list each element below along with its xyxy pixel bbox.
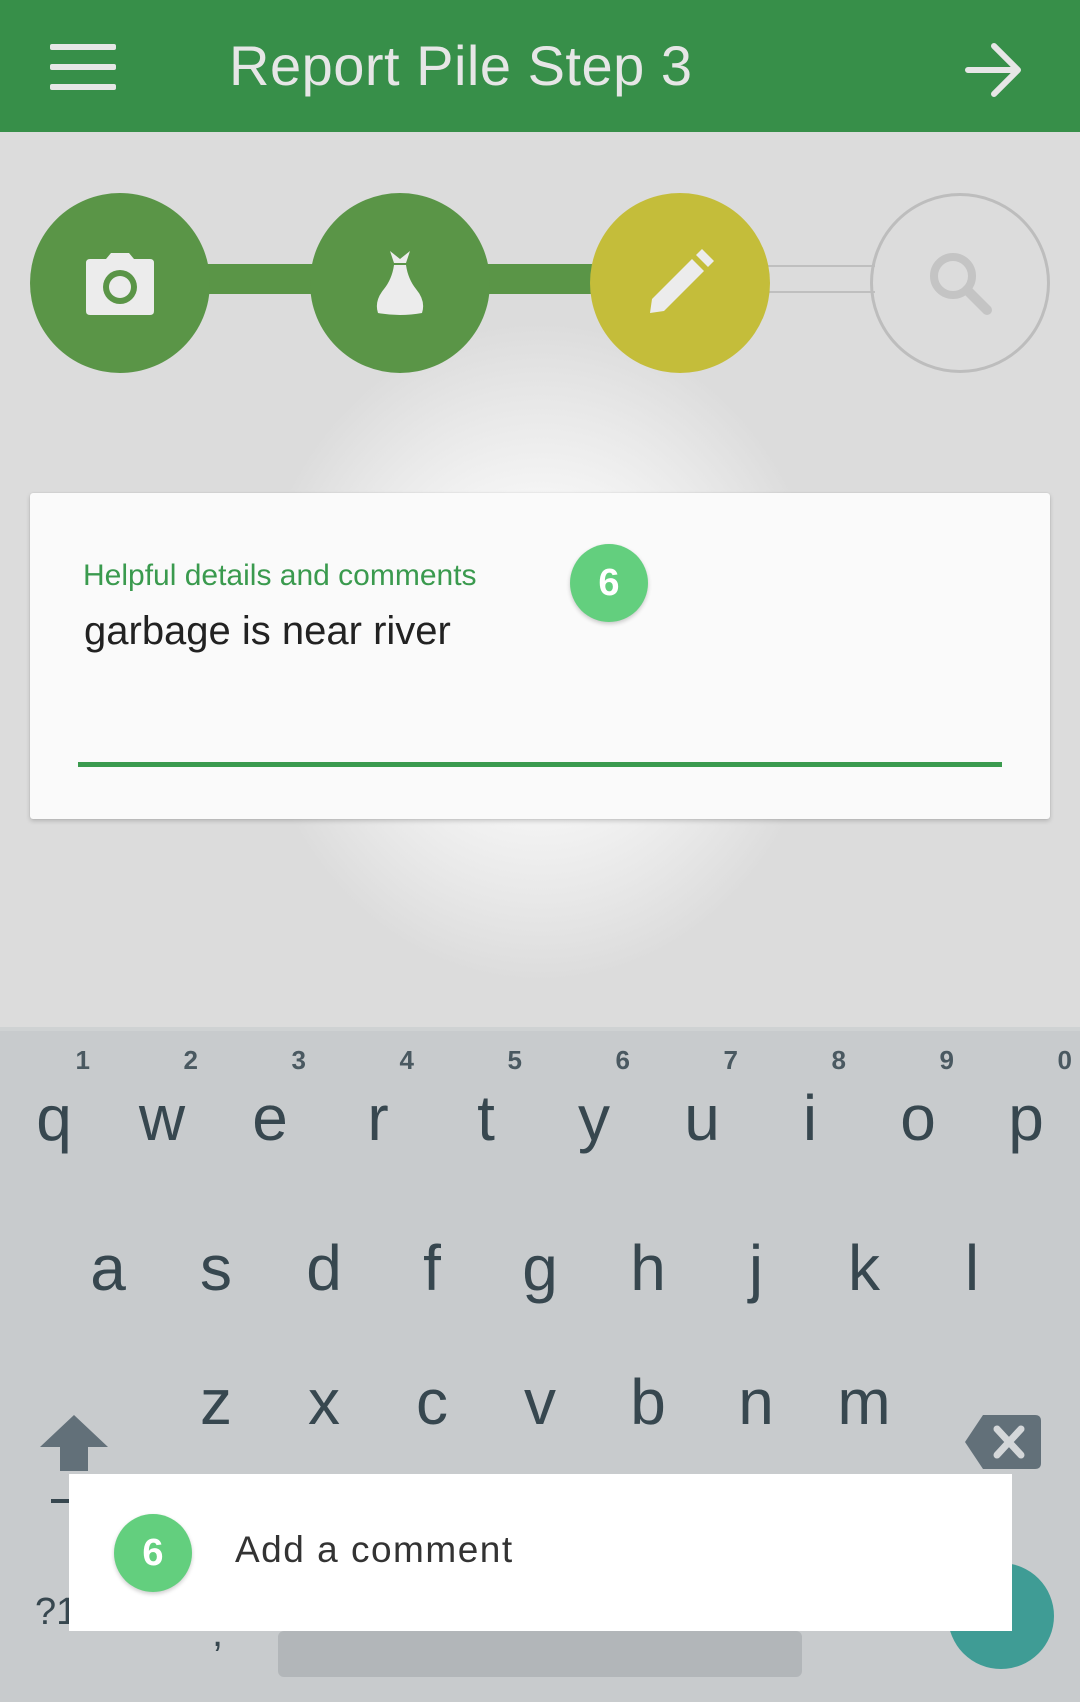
next-button[interactable] <box>962 38 1026 102</box>
key-char: a <box>90 1232 126 1304</box>
key-char: r <box>367 1082 389 1154</box>
key-d[interactable]: d <box>270 1191 378 1331</box>
step-review[interactable] <box>870 193 1050 373</box>
key-hint: 2 <box>183 1045 198 1075</box>
key-hint: 3 <box>291 1045 306 1075</box>
key-char: n <box>738 1366 774 1438</box>
key-hint: 6 <box>615 1045 630 1075</box>
key-z[interactable]: z <box>162 1351 270 1471</box>
key-a[interactable]: a <box>54 1191 162 1331</box>
tutorial-step-badge: 6 <box>570 544 648 622</box>
key-char: f <box>423 1232 441 1304</box>
shift-key[interactable] <box>38 1413 110 1473</box>
key-char: h <box>630 1232 666 1304</box>
step-photo[interactable] <box>30 193 210 373</box>
app-bar: Report Pile Step 3 <box>0 0 1080 132</box>
key-h[interactable]: h <box>594 1191 702 1331</box>
hamburger-menu-icon-bar <box>50 64 116 70</box>
hamburger-menu-icon-bar <box>50 84 116 90</box>
key-char: m <box>837 1366 891 1438</box>
backspace-key[interactable] <box>965 1415 1041 1469</box>
key-c[interactable]: c <box>378 1351 486 1471</box>
backspace-icon <box>965 1415 1041 1469</box>
key-l[interactable]: l <box>918 1191 1026 1331</box>
key-char: l <box>964 1232 980 1304</box>
space-bar[interactable] <box>278 1631 802 1677</box>
step-comments[interactable] <box>590 193 770 373</box>
key-hint: 8 <box>831 1045 846 1075</box>
key-j[interactable]: j <box>702 1191 810 1331</box>
key-char: x <box>308 1366 340 1438</box>
key-char: o <box>900 1082 936 1154</box>
key-char: j <box>748 1232 764 1304</box>
key-i[interactable]: 8i <box>756 1045 864 1185</box>
key-char: t <box>477 1082 495 1154</box>
key-char: i <box>802 1082 818 1154</box>
key-char: q <box>36 1082 72 1154</box>
key-char: g <box>522 1232 558 1304</box>
key-char: d <box>306 1232 342 1304</box>
key-w[interactable]: 2w <box>108 1045 216 1185</box>
key-o[interactable]: 9o <box>864 1045 972 1185</box>
key-char: c <box>416 1366 448 1438</box>
key-x[interactable]: x <box>270 1351 378 1471</box>
comment-input[interactable]: garbage is near river <box>84 609 451 654</box>
key-char: k <box>848 1232 880 1304</box>
key-p[interactable]: 0p <box>972 1045 1080 1185</box>
main-content: Helpful details and comments 6 garbage i… <box>0 132 1080 1027</box>
key-v[interactable]: v <box>486 1351 594 1471</box>
key-q[interactable]: 1q <box>0 1045 108 1185</box>
key-hint: 0 <box>1057 1045 1072 1075</box>
key-char: y <box>578 1082 610 1154</box>
key-y[interactable]: 6y <box>540 1045 648 1185</box>
tutorial-tooltip[interactable]: 6 Add a comment <box>69 1474 1012 1631</box>
camera-icon <box>86 253 154 315</box>
key-char: w <box>138 1082 186 1154</box>
key-char: v <box>524 1366 556 1438</box>
key-g[interactable]: g <box>486 1191 594 1331</box>
key-hint: 9 <box>939 1045 954 1075</box>
key-char: u <box>684 1082 720 1154</box>
pencil-icon <box>650 249 714 313</box>
key-char: b <box>630 1366 666 1438</box>
step-pile-type[interactable] <box>310 193 490 373</box>
key-n[interactable]: n <box>702 1351 810 1471</box>
key-char: e <box>252 1082 288 1154</box>
search-icon <box>930 253 992 315</box>
tutorial-step-badge: 6 <box>114 1514 192 1592</box>
page-title: Report Pile Step 3 <box>229 34 693 97</box>
comment-field-label: Helpful details and comments <box>83 559 477 592</box>
comment-card: Helpful details and comments 6 garbage i… <box>30 493 1050 819</box>
key-hint: 5 <box>507 1045 522 1075</box>
key-char: p <box>1008 1082 1044 1154</box>
key-u[interactable]: 7u <box>648 1045 756 1185</box>
menu-button[interactable] <box>50 44 116 92</box>
key-f[interactable]: f <box>378 1191 486 1331</box>
step-connector <box>765 265 875 293</box>
key-s[interactable]: s <box>162 1191 270 1331</box>
hamburger-menu-icon <box>50 44 116 50</box>
key-hint: 4 <box>399 1045 414 1075</box>
key-k[interactable]: k <box>810 1191 918 1331</box>
key-r[interactable]: 4r <box>324 1045 432 1185</box>
step-connector <box>205 264 315 294</box>
tutorial-tooltip-text: Add a comment <box>235 1529 514 1570</box>
key-char: s <box>200 1232 232 1304</box>
key-hint: 7 <box>723 1045 738 1075</box>
arrow-forward-icon <box>965 43 1021 97</box>
key-char: z <box>200 1366 232 1438</box>
step-connector <box>485 264 595 294</box>
key-e[interactable]: 3e <box>216 1045 324 1185</box>
key-t[interactable]: 5t <box>432 1045 540 1185</box>
shift-icon <box>40 1415 108 1471</box>
garbage-bag-icon <box>376 251 424 315</box>
input-underline <box>78 762 1002 767</box>
key-b[interactable]: b <box>594 1351 702 1471</box>
key-hint: 1 <box>75 1045 90 1075</box>
key-m[interactable]: m <box>810 1351 918 1471</box>
